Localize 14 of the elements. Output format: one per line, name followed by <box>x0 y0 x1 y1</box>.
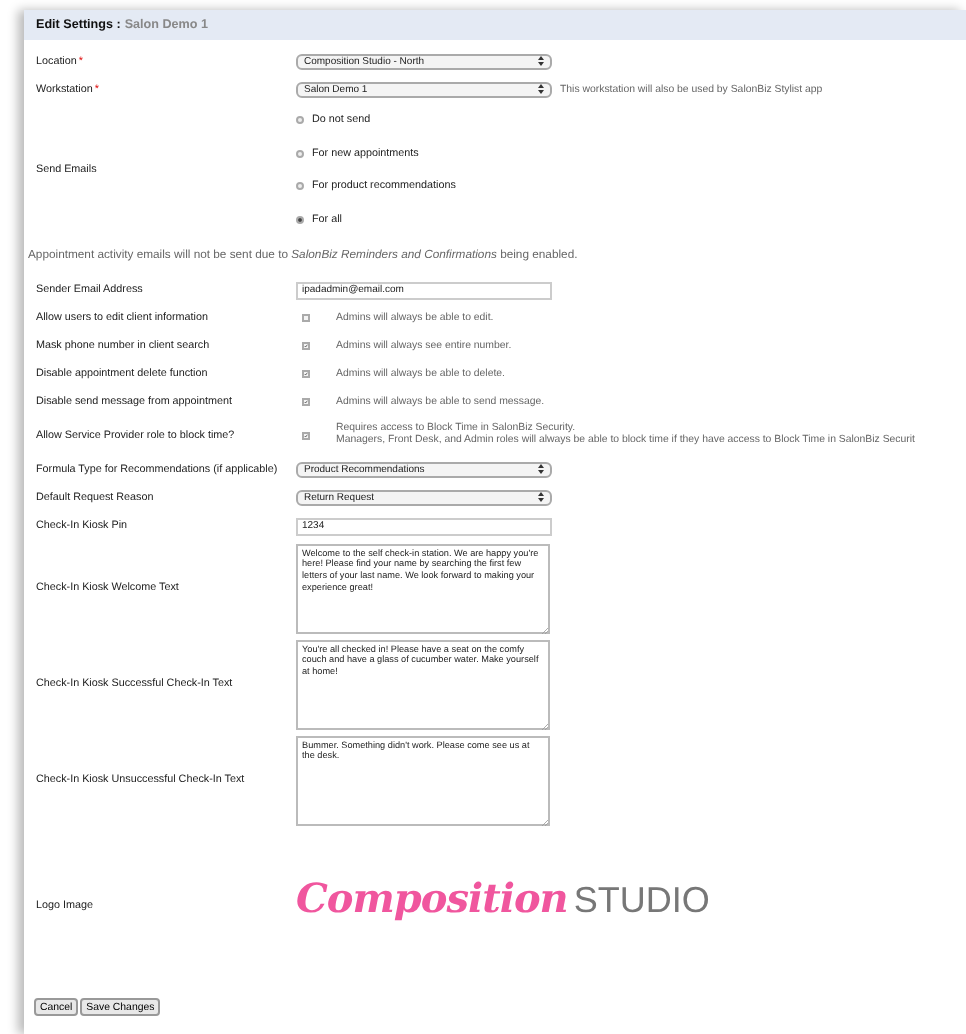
checkbox[interactable] <box>302 314 310 322</box>
radio-button[interactable] <box>296 116 304 125</box>
checkbox[interactable] <box>302 370 310 378</box>
dropdown-caret-icon <box>538 464 544 476</box>
logo-image: Composition STUDIO <box>296 874 710 922</box>
dropdown-caret-icon <box>538 56 544 68</box>
dropdown-caret-icon <box>538 492 544 504</box>
dropdown-caret-icon <box>538 84 544 96</box>
radio-button[interactable] <box>296 149 304 158</box>
radio-button[interactable] <box>296 215 304 224</box>
checkbox[interactable] <box>302 398 310 406</box>
checkbox[interactable] <box>302 342 310 350</box>
checkbox[interactable] <box>302 432 310 440</box>
radio-button[interactable] <box>296 182 304 191</box>
